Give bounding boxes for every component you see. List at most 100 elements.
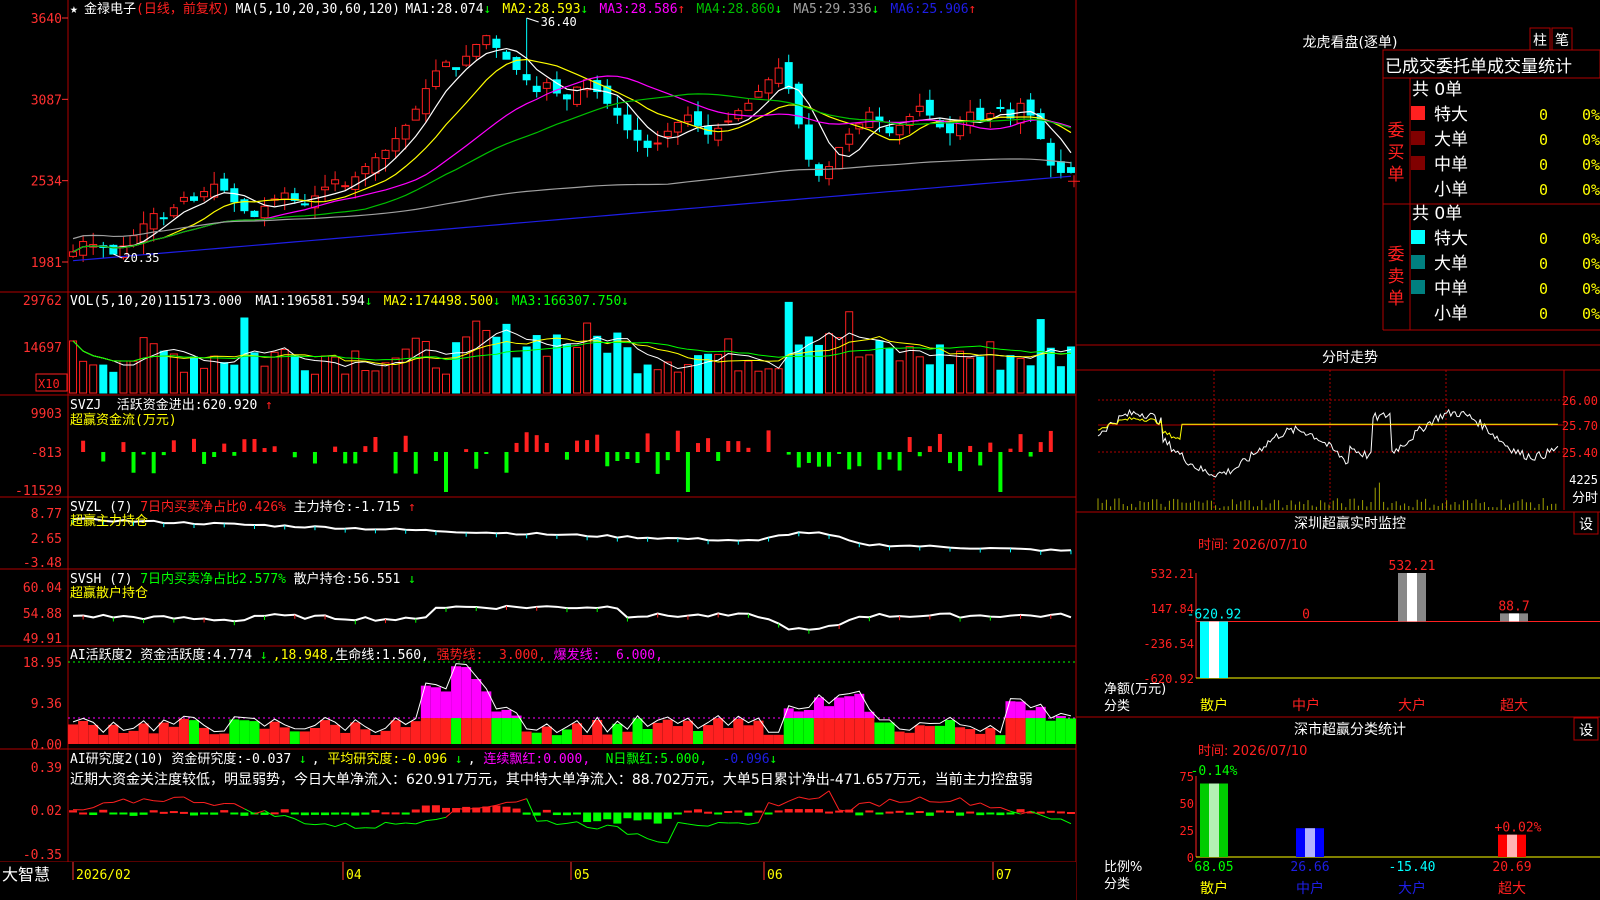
- activity-bar: [118, 732, 129, 744]
- ma-line-2: [72, 58, 1072, 253]
- vol-ma-value: ↓: [621, 294, 629, 309]
- cls-value-label: 68.05: [1194, 860, 1233, 875]
- research-line: [627, 833, 638, 835]
- buy-row-swatch: [1411, 131, 1425, 145]
- research-bar: [79, 812, 88, 815]
- brand-label: 大智慧: [2, 865, 50, 884]
- activity-bar: [1035, 718, 1046, 744]
- fund-flow-bar: [988, 442, 993, 452]
- ai2-header: ↓: [769, 752, 777, 767]
- candle-body: [482, 35, 491, 46]
- research-bar: [139, 812, 148, 815]
- activity-burst-bar: [491, 711, 502, 719]
- activity-bar: [340, 732, 351, 744]
- candle-body: [643, 140, 652, 148]
- research-line: [103, 801, 114, 804]
- fund-flow-bar: [857, 452, 862, 467]
- research-bar: [865, 810, 874, 813]
- lhb-title: 龙虎看盘(逐单): [1303, 34, 1398, 51]
- activity-bar: [632, 718, 643, 744]
- volume-bar: [694, 355, 702, 394]
- vol-ma-value: MA2:: [384, 294, 415, 309]
- star-icon[interactable]: ★: [70, 2, 78, 17]
- cls-category-label: 散户: [1200, 880, 1228, 897]
- mon-axis-title: 净额(万元): [1104, 682, 1166, 697]
- activity-bar: [813, 718, 824, 744]
- research-bar: [825, 811, 834, 814]
- candle-body: [129, 235, 138, 246]
- candle-body: [159, 217, 168, 220]
- research-line: [788, 796, 799, 802]
- fund-flow-bar: [585, 440, 590, 452]
- volume-bar: [1006, 355, 1015, 394]
- fund-flow-bar: [655, 452, 660, 474]
- mon-bar-highlight: [1407, 573, 1417, 622]
- volume-bar: [300, 370, 309, 394]
- volume-bar: [946, 364, 954, 394]
- research-bar: [714, 812, 723, 815]
- sell-row-value: 0: [1539, 255, 1548, 273]
- fund-flow-bar: [232, 452, 237, 456]
- research-bar: [915, 811, 924, 814]
- volume-bar: [1016, 358, 1025, 394]
- cls-category-label: 中户: [1296, 880, 1324, 897]
- research-bar: [190, 812, 198, 816]
- fund-flow-bar: [131, 452, 136, 473]
- x-axis-bar: [0, 862, 1076, 900]
- research-line: [687, 823, 699, 826]
- fund-flow-bar: [433, 452, 438, 462]
- fund-flow-bar: [222, 443, 227, 452]
- activity-bar: [1015, 718, 1026, 744]
- activity-bar: [491, 718, 502, 744]
- volume-bar: [744, 360, 753, 394]
- sell-row-name: 特大: [1434, 229, 1468, 249]
- research-bar: [331, 812, 340, 815]
- buy-order-label: 委: [1388, 121, 1405, 141]
- activity-burst-bar: [783, 708, 794, 719]
- vol-ma-value: MA1:: [255, 294, 286, 309]
- research-line: [566, 821, 578, 824]
- stock-chart-canvas[interactable]: 3640 3087 2534 1981 36.40 20.35 ★ 金禄电子 (日线，前复权) M…: [0, 0, 1600, 900]
- volume-bar: [593, 335, 602, 394]
- sell-row-swatch: [1411, 230, 1425, 244]
- fund-flow-bar: [353, 452, 358, 464]
- research-bar: [935, 810, 944, 813]
- volume-bar: [643, 364, 652, 394]
- buy-row-swatch: [1411, 156, 1425, 170]
- activity-bar: [703, 725, 714, 744]
- svzl-axis-label: 2.65: [31, 532, 62, 547]
- cls-value-label: 26.66: [1290, 860, 1329, 875]
- candle-body: [280, 192, 289, 200]
- ai1-axis-label: 9.36: [31, 697, 62, 712]
- ma-value: ↑: [677, 2, 685, 17]
- research-bar: [300, 812, 309, 816]
- research-bar: [310, 812, 319, 815]
- candle-body: [754, 91, 763, 98]
- vol-ma-value: ↓: [493, 294, 501, 309]
- activity-bar: [773, 734, 784, 744]
- candle-body: [401, 124, 410, 140]
- fund-flow-bar: [575, 440, 580, 452]
- volume-bar: [653, 369, 662, 394]
- activity-burst-bar: [793, 711, 804, 719]
- activity-bar: [168, 726, 179, 744]
- research-line: [707, 822, 719, 827]
- svzj-header: ↑: [265, 398, 273, 413]
- volume-bar: [905, 346, 914, 394]
- candle-body: [250, 210, 259, 218]
- buy-row-value: 0: [1539, 181, 1548, 199]
- ts-price-line: [1097, 408, 1559, 478]
- candle-body: [69, 251, 78, 257]
- volume-bar: [633, 373, 642, 394]
- volume-bar: [935, 344, 944, 394]
- volume-bar: [573, 346, 582, 394]
- research-line: [203, 801, 215, 807]
- research-line: [334, 822, 346, 828]
- fund-flow-bar: [948, 452, 952, 464]
- candle-body: [915, 105, 924, 112]
- candle-body: [673, 121, 682, 133]
- ai2-axis-label: 0.39: [31, 761, 62, 776]
- fund-flow-bar: [192, 438, 196, 452]
- fund-flow-bar: [292, 452, 297, 458]
- activity-bar: [158, 722, 169, 744]
